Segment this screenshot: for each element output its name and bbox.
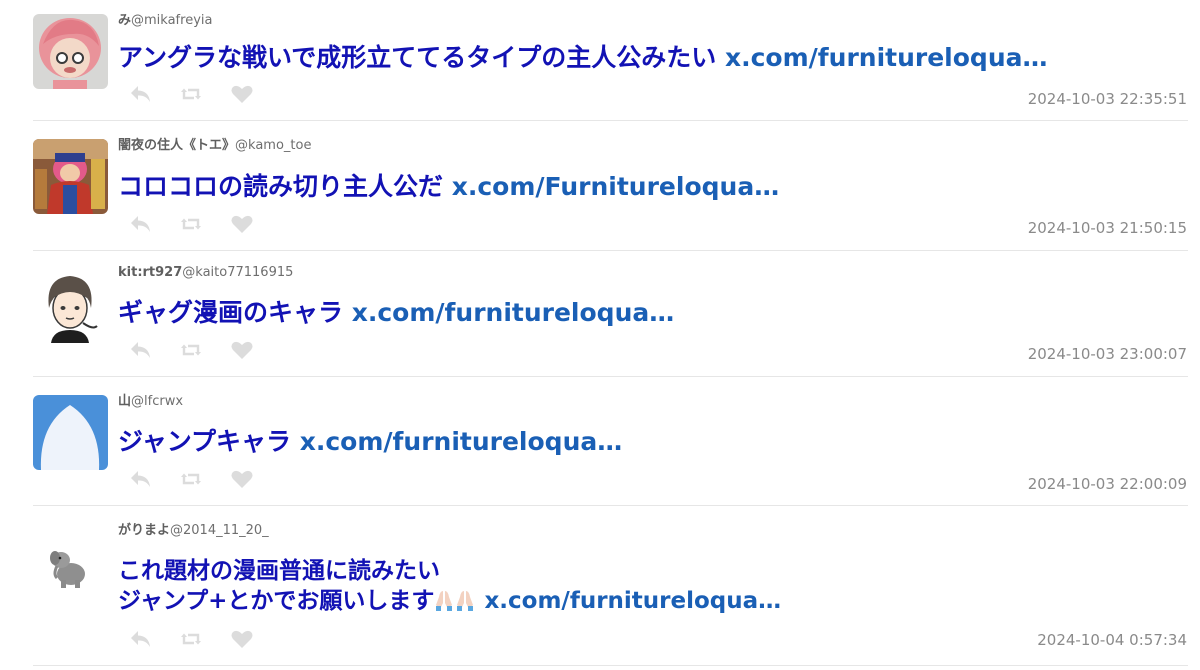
author[interactable]: kit:rt927@kaito77116915 [118,264,293,282]
like-button[interactable] [229,339,255,361]
avatar[interactable] [33,268,108,343]
tweet-link[interactable]: x.com/furnitureloqua… [300,427,623,456]
heart-icon [231,85,253,103]
reply-button[interactable] [128,339,154,361]
heart-icon [231,470,253,488]
timestamp[interactable]: 2024-10-03 21:50:15 [1028,219,1187,237]
display-name[interactable]: がりまよ [118,523,170,538]
avatar[interactable] [33,14,108,89]
reply-icon [131,342,150,358]
praying-hands-emoji [434,588,476,614]
handle[interactable]: @mikafreyia [131,13,212,28]
avatar[interactable] [33,139,108,214]
tweet-link[interactable]: x.com/Furnitureloqua… [452,172,779,201]
reply-button[interactable] [128,628,154,650]
reply-icon [131,631,150,647]
retweet-button[interactable] [178,468,204,490]
tweet-text: アングラな戦いで成形立ててるタイプの主人公みたい x.com/furniture… [118,42,1048,73]
author[interactable]: 山@lfcrwx [118,393,183,411]
timestamp[interactable]: 2024-10-03 22:00:09 [1028,475,1187,493]
handle[interactable]: @kamo_toe [235,138,311,153]
tweet-text-line2-content: ジャンプ+とかでお願いします [118,588,435,614]
handle[interactable]: @2014_11_20_ [170,523,269,538]
author[interactable]: み@mikafreyia [118,12,212,30]
like-button[interactable] [229,468,255,490]
display-name[interactable]: 闇夜の住人《トエ》 [118,138,235,153]
divider [33,665,1188,666]
praying-hands-icon [436,591,453,611]
tweet-text: これ題材の漫画普通に読みたい ジャンプ+とかでお願いします x.com/furn… [118,556,781,616]
tweet-text-content: ジャンプキャラ [118,427,292,456]
divider [33,250,1188,251]
reply-button[interactable] [128,213,154,235]
praying-hands-icon [457,591,474,611]
timestamp[interactable]: 2024-10-04 0:57:34 [1037,631,1187,649]
timestamp[interactable]: 2024-10-03 22:35:51 [1028,90,1187,108]
avatar[interactable] [33,395,108,470]
tweet-link[interactable]: x.com/furnitureloqua… [352,298,675,327]
display-name[interactable]: 山 [118,394,131,409]
retweet-button[interactable] [178,213,204,235]
retweet-icon [181,633,201,645]
like-button[interactable] [229,213,255,235]
tweet-text-content: コロコロの読み切り主人公だ [118,172,444,201]
like-button[interactable] [229,83,255,105]
tweet-link[interactable]: x.com/furnitureloqua… [725,43,1048,72]
tweet-feed: み@mikafreyia アングラな戦いで成形立ててるタイプの主人公みたい x.… [0,0,1200,670]
display-name[interactable]: み [118,13,131,28]
default-egg-icon [33,395,108,470]
reply-icon [131,86,150,102]
retweet-icon [181,473,201,485]
sketch-person-icon [33,268,108,343]
tweet-text: コロコロの読み切り主人公だ x.com/Furnitureloqua… [118,171,779,202]
divider [33,376,1188,377]
tweet-text: ギャグ漫画のキャラ x.com/furnitureloqua… [118,297,674,328]
heart-icon [231,630,253,648]
reply-icon [131,471,150,487]
retweet-button[interactable] [178,628,204,650]
author[interactable]: がりまよ@2014_11_20_ [118,522,269,540]
avatar[interactable] [33,530,108,605]
heart-icon [231,341,253,359]
retweet-button[interactable] [178,339,204,361]
pink-hair-figure-icon [33,14,108,89]
tweet-text-line2: ジャンプ+とかでお願いします x.com/furnitureloqua… [118,586,781,616]
tweet-text-line1: これ題材の漫画普通に読みたい [118,558,440,584]
tweet-text: ジャンプキャラ x.com/furnitureloqua… [118,426,622,457]
elephant-plush-icon [33,530,108,605]
retweet-button[interactable] [178,83,204,105]
tweet-text-content: アングラな戦いで成形立ててるタイプの主人公みたい [118,43,717,72]
retweet-icon [181,218,201,230]
timestamp[interactable]: 2024-10-03 23:00:07 [1028,345,1187,363]
author[interactable]: 闇夜の住人《トエ》@kamo_toe [118,137,311,155]
divider [33,505,1188,506]
retweet-icon [181,88,201,100]
reply-button[interactable] [128,468,154,490]
handle[interactable]: @kaito77116915 [182,265,293,280]
reply-icon [131,216,150,232]
divider [33,120,1188,121]
heart-icon [231,215,253,233]
reply-button[interactable] [128,83,154,105]
tweet-link[interactable]: x.com/furnitureloqua… [484,588,781,614]
red-costume-character-icon [33,139,108,214]
retweet-icon [181,344,201,356]
like-button[interactable] [229,628,255,650]
display-name[interactable]: kit:rt927 [118,265,182,280]
tweet-text-content: ギャグ漫画のキャラ [118,298,344,327]
handle[interactable]: @lfcrwx [131,394,183,409]
